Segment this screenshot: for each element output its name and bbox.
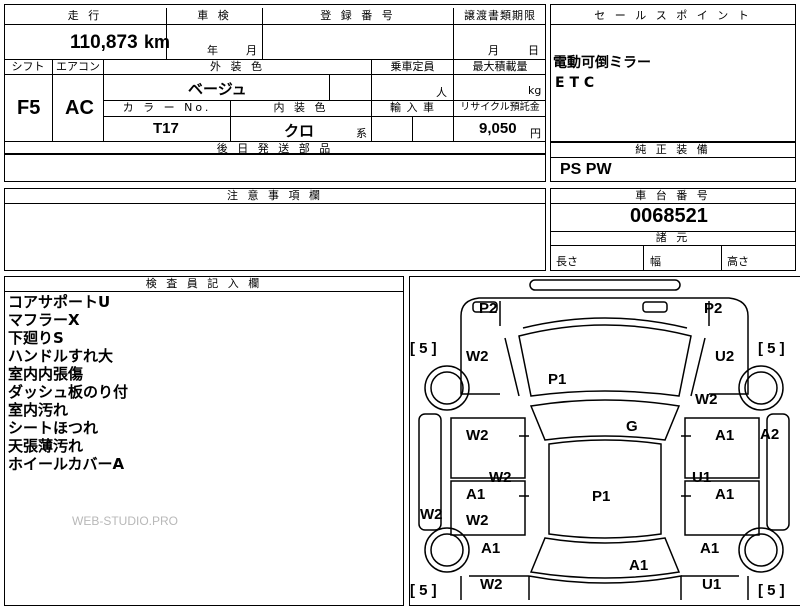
registration-label: 登 録 番 号 <box>320 9 396 22</box>
inspection-month-label: 月 <box>246 44 257 57</box>
damage-mark: U1 <box>702 576 722 593</box>
height-label: 高さ <box>727 255 749 268</box>
later-parts-box <box>4 154 546 182</box>
standard-equipment-value: PS PW <box>560 161 612 178</box>
sales-point-line-2: E T C <box>555 75 595 91</box>
damage-mark: W2 <box>695 391 718 408</box>
width-label: 幅 <box>650 255 661 268</box>
damage-mark: A1 <box>481 540 501 557</box>
damage-mark: A1 <box>700 540 720 557</box>
color-no-label: カ ラ ー No. <box>122 101 212 114</box>
note-item: ダッシュ板のり付 <box>8 383 129 401</box>
damage-mark: G <box>626 418 638 435</box>
damage-mark: A1 <box>715 427 735 444</box>
mileage-value: 110,873 <box>70 32 138 53</box>
max-load-unit: kg <box>528 84 542 97</box>
damage-mark: W2 <box>489 469 512 486</box>
recycle-value: 9,050 <box>479 120 517 137</box>
damage-mark: W2 <box>466 512 489 529</box>
note-item: 室内内張傷 <box>8 365 84 383</box>
tire-label: [ 5 ] <box>758 582 785 599</box>
inspection-label: 車 検 <box>197 9 232 22</box>
damage-mark: P2 <box>704 300 723 317</box>
damage-mark: W2 <box>466 348 489 365</box>
mileage-unit: km <box>144 32 171 52</box>
interior-value: クロ <box>284 122 315 140</box>
damage-mark: A1 <box>715 486 735 503</box>
standard-equipment-label: 純 正 装 備 <box>635 143 711 156</box>
top-info-box <box>4 4 546 154</box>
note-item: シートほつれ <box>8 419 99 437</box>
transfer-day-label: 日 <box>528 44 539 57</box>
note-item: ホイールカバーA <box>8 455 125 473</box>
specs-label: 諸 元 <box>655 231 691 244</box>
watermark: WEB-STUDIO.PRO <box>72 514 179 528</box>
damage-mark: W2 <box>466 427 489 444</box>
chassis-label: 車 台 番 号 <box>635 189 711 202</box>
transfer-label: 譲渡書類期限 <box>464 9 536 22</box>
note-item: コアサポートU <box>8 293 111 311</box>
damage-mark: W2 <box>480 576 503 593</box>
damage-mark: P2 <box>479 300 498 317</box>
aircon-label: エアコン <box>56 60 100 73</box>
caution-label: 注 意 事 項 欄 <box>227 189 323 202</box>
aircon-value: AC <box>65 97 94 119</box>
mileage-label: 走 行 <box>67 9 103 22</box>
recycle-label: リサイクル預託金 <box>460 102 540 113</box>
tire-label: [ 5 ] <box>758 340 785 357</box>
import-label: 輸 入 車 <box>390 101 435 114</box>
note-item: 天張薄汚れ <box>8 437 84 455</box>
sales-point-line-1: 電動可倒ミラー <box>553 55 651 71</box>
damage-mark: W2 <box>420 506 443 523</box>
damage-mark: A1 <box>466 486 486 503</box>
damage-mark: U1 <box>692 469 712 486</box>
damage-mark: P1 <box>592 488 611 505</box>
note-item: マフラーX <box>8 311 80 329</box>
sales-point-label: セ ー ル ス ポ イ ン ト <box>594 9 752 22</box>
seating-label: 乗車定員 <box>390 60 435 73</box>
inspector-notes: コアサポートU マフラーX 下廻りS ハンドルすれ大 室内内張傷 ダッシュ板のり… <box>8 293 128 473</box>
damage-mark: A1 <box>629 557 649 574</box>
note-item: 下廻りS <box>8 329 64 347</box>
damage-mark: A2 <box>760 426 780 443</box>
shift-value: F5 <box>17 97 41 119</box>
note-item: ハンドルすれ大 <box>8 347 114 365</box>
inspector-label: 検 査 員 記 入 欄 <box>145 277 263 290</box>
seating-unit: 人 <box>436 86 447 99</box>
interior-suffix: 系 <box>356 127 367 140</box>
exterior-label: 外 装 色 <box>210 60 265 73</box>
max-load-label: 最大積載量 <box>472 60 528 73</box>
damage-mark: P1 <box>548 371 567 388</box>
transfer-month-label: 月 <box>488 44 499 57</box>
shift-label: シフト <box>11 60 45 73</box>
color-no-value: T17 <box>153 120 179 137</box>
length-label: 長さ <box>556 255 578 268</box>
note-item: 室内汚れ <box>8 401 69 419</box>
interior-label: 内 装 色 <box>273 101 329 114</box>
recycle-unit: 円 <box>530 127 541 140</box>
inspection-year-label: 年 <box>207 44 218 57</box>
chassis-value: 0068521 <box>630 205 708 227</box>
damage-mark: U2 <box>715 348 735 365</box>
tire-label: [ 5 ] <box>410 340 437 357</box>
exterior-value: ベージュ <box>188 80 247 98</box>
tire-label: [ 5 ] <box>410 582 437 599</box>
